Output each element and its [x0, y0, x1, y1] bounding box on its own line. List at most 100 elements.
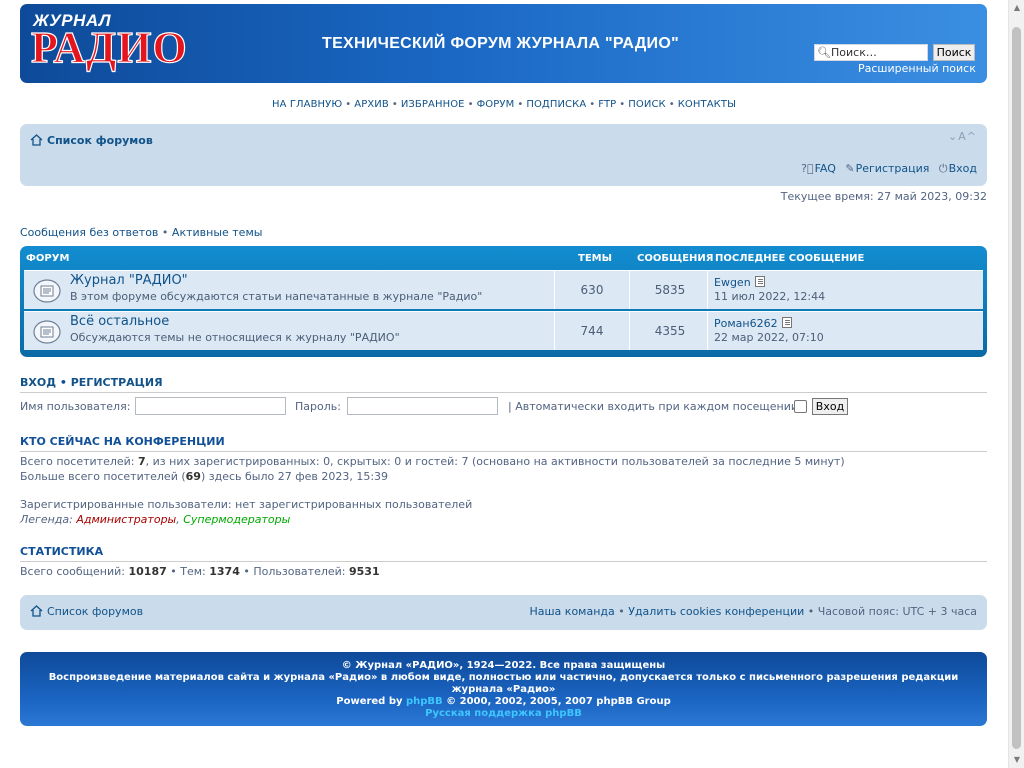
nav-favorites[interactable]: ИЗБРАННОЕ	[401, 99, 465, 110]
quick-links-sep: •	[161, 226, 169, 239]
online-legend: Легенда: Администраторы, Супермодераторы	[20, 513, 291, 526]
stats-heading: СТАТИСТИКА	[20, 545, 987, 562]
active-topics-link[interactable]: Активные темы	[172, 226, 263, 239]
login-heading-link[interactable]: ВХОД	[20, 376, 56, 389]
autologin-label: | Автоматически входить при каждом посещ…	[508, 400, 799, 413]
nav-archive[interactable]: АРХИВ	[354, 99, 389, 110]
scrollbar-thumb[interactable]	[1012, 27, 1021, 749]
search-input[interactable]: 🔍︎ Поиск…	[814, 44, 928, 61]
home-icon	[30, 134, 43, 146]
site-header: ЖУРНАЛ РАДИО ТЕХНИЧЕСКИЙ ФОРУМ ЖУРНАЛА "…	[20, 4, 987, 83]
online-max: Больше всего посетителей (69) здесь было…	[20, 470, 389, 483]
nav-ftp[interactable]: FTP	[598, 99, 616, 110]
forum-last-post: Роман6262 22 мар 2022, 07:10	[714, 317, 824, 345]
login-heading: ВХОД • РЕГИСТРАЦИЯ	[20, 376, 987, 393]
column-divider	[554, 312, 555, 350]
logo-main-text: РАДИО	[30, 23, 188, 72]
forum-read-icon	[33, 320, 61, 344]
forum-list: ФОРУМ ТЕМЫ СООБЩЕНИЯ ПОСЛЕДНЕЕ СООБЩЕНИЕ…	[20, 246, 987, 357]
font-size-changer[interactable]: ⌄A^	[948, 130, 977, 143]
forum-description: В этом форуме обсуждаются статьи напечат…	[70, 290, 483, 303]
nav-subscription[interactable]: ПОДПИСКА	[526, 99, 586, 110]
nav-search[interactable]: ПОИСК	[628, 99, 665, 110]
copyright-notice: Воспроизведение материалов сайта и журна…	[48, 672, 959, 695]
footer-forum-index-link[interactable]: Список форумов	[30, 605, 143, 618]
online-total: Всего посетителей: 7, из них зарегистрир…	[20, 455, 845, 468]
register-heading-link[interactable]: РЕГИСТРАЦИЯ	[71, 376, 163, 389]
legend-supermods-link[interactable]: Супермодераторы	[183, 513, 290, 526]
online-heading: КТО СЕЙЧАС НА КОНФЕРЕНЦИИ	[20, 435, 987, 452]
search-icon: 🔍︎	[817, 46, 831, 59]
forum-row[interactable]: Всё остальное Обсуждаются темы не относя…	[24, 311, 983, 350]
forum-posts-count: 4355	[654, 324, 686, 338]
last-post-date: 22 мар 2022, 07:10	[714, 331, 824, 344]
russian-support-link[interactable]: Русская поддержка phpBB	[425, 708, 582, 719]
scroll-up-arrow-icon[interactable]: ▲	[1009, 0, 1024, 16]
vertical-scrollbar[interactable]: ▲ ▼	[1008, 0, 1024, 768]
breadcrumb-label: Список форумов	[47, 134, 153, 147]
faq-icon: ?⃝	[801, 162, 814, 175]
team-link[interactable]: Наша команда	[529, 605, 614, 618]
faq-link[interactable]: FAQ	[815, 162, 836, 175]
last-post-author[interactable]: Ewgen	[714, 276, 751, 289]
page: ЖУРНАЛ РАДИО ТЕХНИЧЕСКИЙ ФОРУМ ЖУРНАЛА "…	[0, 0, 1008, 768]
last-post-date: 11 июл 2022, 12:44	[714, 290, 826, 303]
delete-cookies-link[interactable]: Удалить cookies конференции	[628, 605, 804, 618]
last-post-author[interactable]: Роман6262	[714, 317, 778, 330]
login-submit-button[interactable]: Вход	[812, 398, 848, 415]
advanced-search-link[interactable]: Расширенный поиск	[858, 62, 976, 75]
home-icon	[30, 605, 43, 617]
column-divider	[707, 271, 708, 309]
current-time: Текущее время: 27 май 2023, 09:32	[780, 190, 987, 203]
forum-list-header: ФОРУМ ТЕМЫ СООБЩЕНИЯ ПОСЛЕДНЕЕ СООБЩЕНИЕ	[24, 246, 983, 270]
password-field[interactable]	[347, 397, 498, 415]
scroll-down-arrow-icon[interactable]: ▼	[1009, 752, 1024, 768]
copyright-footer: © Журнал «РАДИО», 1924—2022. Все права з…	[20, 652, 987, 726]
password-label: Пароль:	[295, 400, 341, 413]
forum-title[interactable]: Всё остальное	[70, 314, 169, 329]
copyright-line: © Журнал «РАДИО», 1924—2022. Все права з…	[341, 660, 666, 671]
legend-admins-link[interactable]: Администраторы	[76, 513, 176, 526]
forum-topics-count: 630	[580, 283, 604, 297]
register-link[interactable]: Регистрация	[856, 162, 930, 175]
quick-links: Сообщения без ответов • Активные темы	[20, 226, 262, 239]
site-title: ТЕХНИЧЕСКИЙ ФОРУМ ЖУРНАЛА "РАДИО"	[322, 35, 679, 52]
phpbb-link[interactable]: phpBB	[406, 696, 443, 707]
nav-forum[interactable]: ФОРУМ	[477, 99, 515, 110]
forum-row[interactable]: Журнал "РАДИО" В этом форуме обсуждаются…	[24, 270, 983, 309]
login-icon: ⏻	[938, 162, 948, 175]
forum-description: Обсуждаются темы не относящиеся к журнал…	[70, 331, 400, 344]
header-forum: ФОРУМ	[26, 253, 70, 264]
user-links: ?⃝FAQ ✎Регистрация ⏻Вход	[795, 162, 977, 176]
nav-contacts[interactable]: КОНТАКТЫ	[678, 99, 736, 110]
login-heading-sep: •	[59, 376, 67, 389]
breadcrumb-forum-index[interactable]: Список форумов	[30, 134, 153, 147]
login-link[interactable]: Вход	[949, 162, 977, 175]
username-label: Имя пользователя:	[20, 400, 131, 413]
search-placeholder: Поиск…	[831, 46, 877, 59]
site-logo[interactable]: ЖУРНАЛ РАДИО	[29, 9, 229, 73]
column-divider	[707, 312, 708, 350]
register-icon: ✎	[845, 162, 855, 175]
forum-topics-count: 744	[580, 324, 604, 338]
footer-links: Наша команда • Удалить cookies конференц…	[529, 605, 977, 618]
forum-title[interactable]: Журнал "РАДИО"	[70, 273, 188, 288]
nav-home[interactable]: НА ГЛАВНУЮ	[272, 99, 342, 110]
powered-by: Powered by phpBB © 2000, 2002, 2005, 200…	[336, 696, 671, 707]
forum-read-icon	[33, 279, 61, 303]
username-field[interactable]	[135, 397, 286, 415]
view-latest-post-icon[interactable]	[781, 317, 792, 328]
column-divider	[629, 271, 630, 309]
view-latest-post-icon[interactable]	[754, 276, 765, 287]
header-posts: СООБЩЕНИЯ	[637, 253, 714, 264]
column-divider	[554, 271, 555, 309]
autologin-checkbox[interactable]	[794, 400, 807, 413]
forum-last-post: Ewgen 11 июл 2022, 12:44	[714, 276, 825, 304]
online-registered: Зарегистрированные пользователи: нет зар…	[20, 498, 473, 511]
navbar: Список форумов ⌄A^ ?⃝FAQ ✎Регистрация ⏻В…	[20, 124, 987, 186]
timezone-info: Часовой пояс: UTC + 3 часа	[817, 605, 977, 618]
top-nav-links: НА ГЛАВНУЮ • АРХИВ • ИЗБРАННОЕ • ФОРУМ • ПОДПИСК…	[271, 99, 737, 110]
search-button[interactable]: Поиск	[933, 44, 975, 61]
unanswered-posts-link[interactable]: Сообщения без ответов	[20, 226, 158, 239]
header-topics: ТЕМЫ	[578, 253, 612, 264]
